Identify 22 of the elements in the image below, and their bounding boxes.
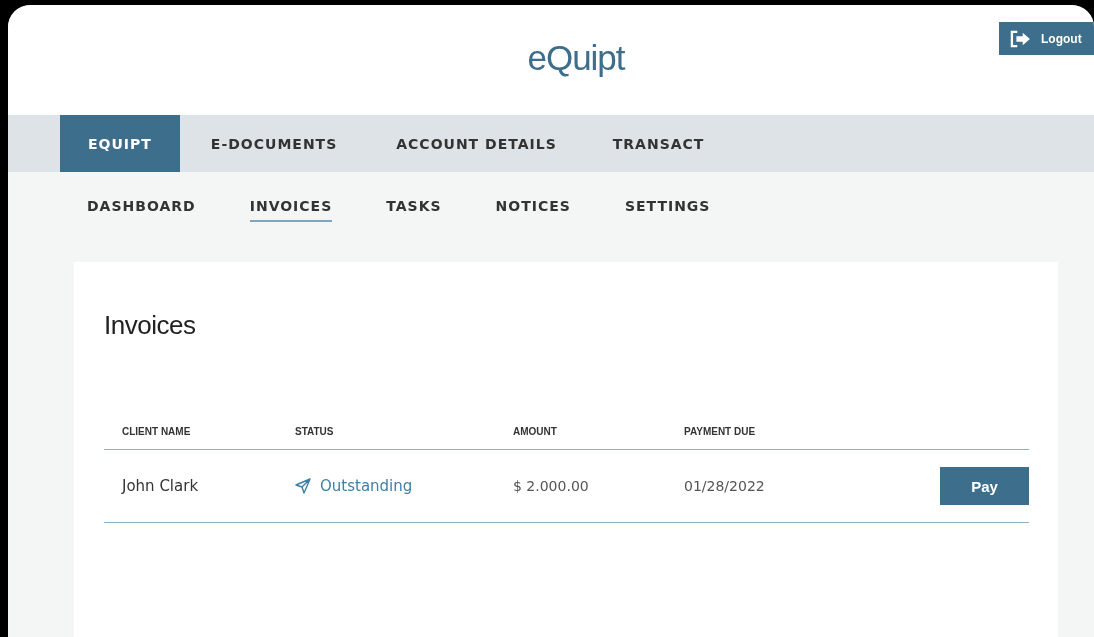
page-title: Invoices	[104, 310, 197, 341]
nav-tab[interactable]: TRANSACT	[584, 115, 733, 172]
amount-cell: $ 2.000.00	[513, 450, 684, 523]
sub-nav-tab[interactable]: NOTICES	[495, 172, 571, 222]
logout-button[interactable]: Logout	[999, 22, 1094, 55]
sub-nav-tab[interactable]: INVOICES	[249, 172, 333, 222]
logout-icon	[1009, 29, 1031, 48]
nav-tab[interactable]: ACCOUNT DETAILS	[368, 115, 585, 172]
column-header: AMOUNT	[513, 424, 684, 450]
nav-tab[interactable]: EQUIPT	[60, 115, 180, 172]
column-header: CLIENT NAME	[104, 424, 295, 450]
sub-nav-tab[interactable]: TASKS	[386, 172, 442, 222]
status-link[interactable]: Outstanding	[295, 477, 413, 495]
paper-plane-icon	[295, 478, 311, 494]
column-header: PAYMENT DUE	[684, 424, 940, 450]
column-header: STATUS	[295, 424, 513, 450]
sub-nav-tab[interactable]: DASHBOARD	[87, 172, 196, 222]
logo: eQuipt	[527, 38, 625, 78]
pay-button[interactable]: Pay	[940, 467, 1029, 505]
sub-nav-tab[interactable]: SETTINGS	[624, 172, 711, 222]
client-name-cell: John Clark	[104, 450, 295, 523]
nav-tab[interactable]: E-DOCUMENTS	[182, 115, 366, 172]
